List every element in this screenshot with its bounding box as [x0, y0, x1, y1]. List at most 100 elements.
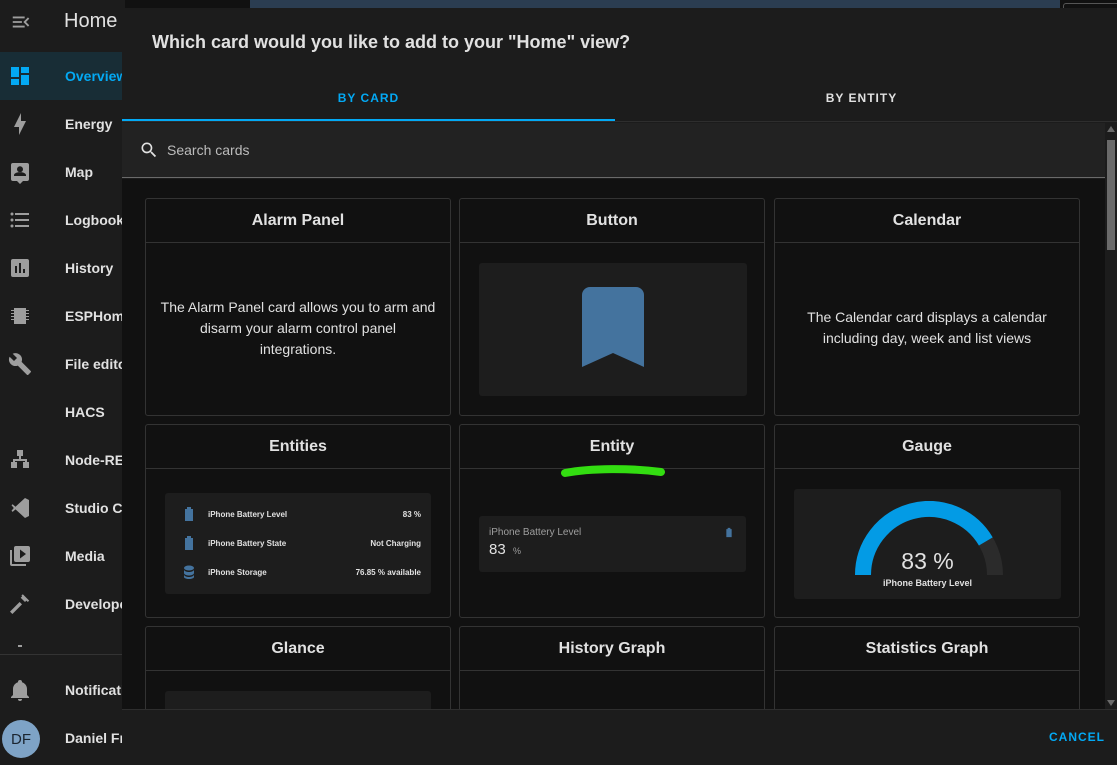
card-gauge[interactable]: Gauge 83 % iPhone Battery Level [774, 424, 1080, 618]
search-input[interactable] [167, 139, 767, 161]
sidebar-item-file-editor[interactable]: File edito [0, 340, 127, 388]
glance-preview [165, 691, 431, 709]
sidebar-item-label: File edito [65, 356, 127, 372]
sidebar-item-profile[interactable]: Daniel Fr [0, 714, 125, 762]
battery-icon [726, 527, 732, 538]
highlight-annotation [561, 465, 665, 477]
sidebar-item-media[interactable]: Media [0, 532, 125, 580]
chart-box-icon [11, 259, 29, 277]
button-preview [479, 263, 747, 396]
sidebar-divider [0, 654, 125, 655]
entities-preview: iPhone Battery Level 83 % iPhone Battery… [165, 493, 431, 594]
card-title: Button [460, 199, 764, 243]
sidebar-header: Home [0, 0, 125, 48]
card-history-graph[interactable]: History Graph [459, 626, 765, 709]
gauge-preview: 83 % iPhone Battery Level [794, 489, 1061, 599]
scroll-down-arrow[interactable] [1107, 700, 1115, 706]
card-title: Alarm Panel [146, 199, 450, 243]
card-statistics-graph[interactable]: Statistics Graph [774, 626, 1080, 709]
card-entities[interactable]: Entities iPhone Battery Level 83 % iPhon… [145, 424, 451, 618]
sidebar-item-developer-tools[interactable]: Develope [0, 580, 128, 628]
tab-by-entity[interactable]: BY ENTITY [615, 74, 1108, 122]
entities-row: iPhone Storage 76.85 % available [177, 561, 421, 583]
sidebar-item-label: Node-RE [65, 452, 125, 468]
sidebar-item-label: Media [65, 548, 105, 564]
sidebar: Home Overview Energy Map Logbook History… [0, 0, 131, 765]
entity-name: iPhone Storage [208, 568, 267, 577]
cancel-button[interactable]: CANCEL [1049, 730, 1105, 744]
tab-indicator [122, 119, 615, 121]
bell-icon [11, 680, 29, 701]
card-entity[interactable]: Entity iPhone Battery Level 83 % [459, 424, 765, 618]
background-header-strip [250, 0, 1060, 8]
menu-open-icon[interactable] [10, 11, 32, 33]
dialog-title: Which card would you like to add to your… [152, 32, 631, 52]
entity-value: 83 [489, 541, 506, 558]
sitemap-icon [11, 450, 29, 468]
sidebar-item-label: Develope [65, 596, 128, 612]
tab-by-card[interactable]: BY CARD [122, 74, 615, 122]
map-account-icon [11, 163, 29, 184]
search-bar [122, 123, 1105, 178]
dialog-footer: CANCEL [122, 709, 1117, 765]
list-icon [10, 212, 29, 228]
scrollbar-thumb[interactable] [1107, 140, 1115, 250]
card-glance[interactable]: Glance [145, 626, 451, 709]
sidebar-item-logbook[interactable]: Logbook [0, 196, 125, 244]
entity-name: iPhone Battery Level [489, 527, 582, 538]
hammer-icon [10, 594, 30, 614]
card-title: Entities [146, 425, 450, 469]
entity-value: 76.85 % available [355, 568, 421, 577]
entity-unit: % [513, 546, 522, 556]
wrench-icon [8, 353, 31, 375]
battery-icon [185, 507, 193, 521]
gauge-name: iPhone Battery Level [882, 578, 973, 588]
card-title: History Graph [460, 627, 764, 671]
sidebar-item-notifications[interactable]: Notificati [0, 666, 125, 714]
sidebar-item-label: Map [65, 164, 93, 180]
entity-value: 83 % [402, 510, 421, 519]
sidebar-item-node-red[interactable]: Node-RE [0, 436, 125, 484]
entity-name: iPhone Battery State [208, 539, 287, 548]
chip-icon [11, 308, 29, 324]
card-title: Calendar [775, 199, 1079, 243]
scrollbar[interactable] [1105, 123, 1117, 709]
sidebar-item-label: Daniel Fr [65, 730, 125, 746]
database-icon [184, 565, 194, 579]
entities-row: iPhone Battery Level 83 % [177, 503, 421, 525]
entity-value: Not Charging [370, 539, 421, 548]
sidebar-item-label: Logbook [65, 212, 125, 228]
tab-bar: BY CARD BY ENTITY [122, 74, 1117, 122]
card-calendar[interactable]: Calendar The Calendar card displays a ca… [774, 198, 1080, 416]
sidebar-item-label: HACS [65, 404, 105, 420]
card-title: Statistics Graph [775, 627, 1079, 671]
card-title: Glance [146, 627, 450, 671]
sidebar-item-esphome[interactable]: ESPHom [0, 292, 125, 340]
scroll-up-arrow[interactable] [1107, 126, 1115, 132]
sidebar-title: Home [64, 10, 118, 32]
card-description: The Alarm Panel card allows you to arm a… [160, 299, 436, 357]
sidebar-item-label: ESPHom [65, 308, 125, 324]
card-title: Entity [460, 425, 764, 469]
card-title: Gauge [775, 425, 1079, 469]
search-icon [141, 142, 157, 158]
card-description: The Calendar card displays a calendar in… [807, 309, 1047, 346]
gauge-value: 83 % [901, 548, 954, 574]
card-button[interactable]: Button [459, 198, 765, 416]
sidebar-item-label: Overview [65, 68, 128, 84]
dashboard-icon [11, 67, 29, 85]
sidebar-item-map[interactable]: Map [0, 148, 125, 196]
sidebar-item-history[interactable]: History [0, 244, 125, 292]
sidebar-scroll-dot [18, 645, 22, 647]
vscode-icon [11, 498, 29, 518]
lightning-icon [14, 113, 26, 135]
sidebar-item-hacs[interactable]: HACS [0, 388, 125, 436]
battery-icon [185, 536, 193, 550]
sidebar-item-energy[interactable]: Energy [0, 100, 125, 148]
bookmark-icon [582, 287, 644, 367]
card-grid: Alarm Panel The Alarm Panel card allows … [122, 179, 1105, 709]
sidebar-item-studio-code[interactable]: Studio Co [0, 484, 131, 532]
sidebar-item-overview[interactable]: Overview [0, 52, 128, 100]
card-alarm-panel[interactable]: Alarm Panel The Alarm Panel card allows … [145, 198, 451, 416]
entity-preview: iPhone Battery Level 83 % [479, 516, 746, 572]
